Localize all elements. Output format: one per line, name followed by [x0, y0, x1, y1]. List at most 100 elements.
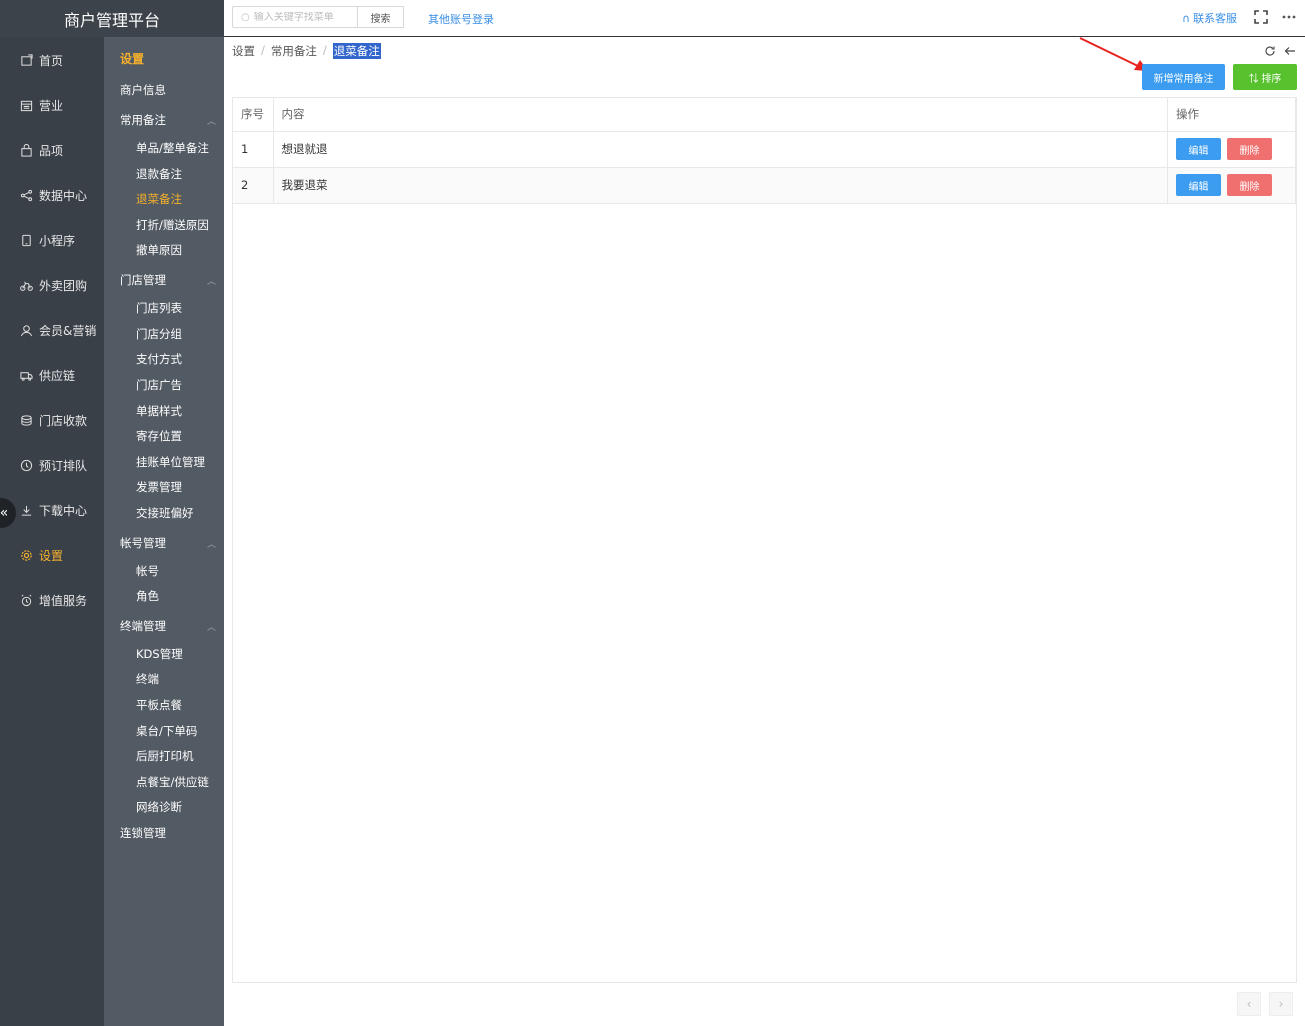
- submenu-group-stores[interactable]: 门店管理 ︿: [120, 272, 216, 288]
- table-row: 1 想退就退 编辑 删除: [233, 131, 1296, 168]
- sidebar-item-label: 会员&营销: [39, 323, 97, 338]
- add-common-remark-button[interactable]: 新增常用备注: [1142, 64, 1225, 90]
- search-button[interactable]: 搜索: [357, 6, 404, 28]
- submenu-item-kitchen-printer[interactable]: 后厨打印机: [136, 748, 194, 764]
- sidebar-item-label: 供应链: [39, 368, 76, 383]
- submenu-item-store-ads[interactable]: 门店广告: [136, 377, 182, 393]
- sort-icon: ⇅: [1248, 73, 1259, 85]
- delete-button[interactable]: 删除: [1227, 174, 1272, 196]
- sidebar-item-label: 品项: [39, 143, 64, 158]
- row-actions: 编辑 删除: [1167, 167, 1296, 204]
- sidebar-item-value-added[interactable]: 增值服务: [0, 580, 104, 620]
- submenu-group-label: 常用备注: [120, 113, 166, 127]
- submenu-item-role[interactable]: 角色: [136, 588, 159, 604]
- sidebar-item-settings[interactable]: 设置: [0, 535, 104, 575]
- submenu-item-invoice[interactable]: 发票管理: [136, 479, 182, 495]
- sidebar-item-label: 数据中心: [39, 188, 88, 203]
- sidebar-item-label: 首页: [39, 53, 64, 68]
- submenu-item-merchant-info[interactable]: 商户信息: [120, 82, 166, 98]
- row-content: 我要退菜: [273, 167, 1168, 204]
- submenu-item-storage-location[interactable]: 寄存位置: [136, 428, 182, 444]
- breadcrumb-separator: /: [322, 43, 327, 57]
- delete-button[interactable]: 删除: [1227, 138, 1272, 160]
- submenu-item-terminal[interactable]: 终端: [136, 671, 159, 687]
- submenu-item-cancel-reason[interactable]: 撤单原因: [136, 242, 182, 258]
- calendar-icon: [19, 98, 33, 112]
- menu-search-field: ○: [232, 6, 358, 28]
- submenu-item-discount-reason[interactable]: 打折/赠送原因: [136, 217, 209, 233]
- submenu-item-shift-prefs[interactable]: 交接班偏好: [136, 505, 194, 521]
- contact-support-link[interactable]: ∩ 联系客服: [1182, 10, 1237, 26]
- submenu-item-receipt-style[interactable]: 单据样式: [136, 403, 182, 419]
- submenu-group-label: 帐号管理: [120, 536, 166, 550]
- row-index: 2: [233, 167, 274, 204]
- submenu-item-item-order-remark[interactable]: 单品/整单备注: [136, 140, 209, 156]
- submenu-item-store-list[interactable]: 门店列表: [136, 300, 182, 316]
- bike-icon: [19, 278, 33, 292]
- submenu-item-table-qr[interactable]: 桌台/下单码: [136, 723, 197, 739]
- next-page-button[interactable]: ›: [1269, 992, 1293, 1016]
- sidebar-item-label: 设置: [39, 548, 64, 563]
- sidebar-item-mini-program[interactable]: 小程序: [0, 220, 104, 260]
- chevron-right-icon: ›: [1278, 997, 1284, 1011]
- sidebar-item-members[interactable]: 会员&营销: [0, 310, 104, 350]
- more-icon[interactable]: [1281, 9, 1297, 25]
- submenu-item-kds[interactable]: KDS管理: [136, 646, 183, 662]
- sidebar-item-payments[interactable]: 门店收款: [0, 400, 104, 440]
- user-icon: [19, 323, 33, 337]
- back-arrow-icon[interactable]: [1283, 44, 1297, 58]
- submenu-item-credit-units[interactable]: 挂账单位管理: [136, 454, 205, 470]
- submenu-group-terminals[interactable]: 终端管理 ︿: [120, 618, 216, 634]
- sort-button-label: 排序: [1261, 73, 1282, 85]
- refresh-icon[interactable]: [1263, 44, 1277, 58]
- truck-icon: [19, 368, 33, 382]
- home-icon: [19, 53, 33, 67]
- submenu-item-store-groups[interactable]: 门店分组: [136, 326, 182, 342]
- contact-support-label: 联系客服: [1193, 12, 1238, 25]
- row-actions: 编辑 删除: [1167, 131, 1296, 168]
- submenu-group-remarks[interactable]: 常用备注 ︿: [120, 112, 216, 128]
- row-index: 1: [233, 131, 274, 168]
- app-title: 商户管理平台: [0, 0, 224, 37]
- sidebar-item-products[interactable]: 品项: [0, 130, 104, 170]
- submenu-item-chain-management[interactable]: 连锁管理: [120, 825, 166, 841]
- sidebar-item-home[interactable]: 首页: [0, 40, 104, 80]
- sidebar-item-label: 预订排队: [39, 458, 88, 473]
- other-account-login-link[interactable]: 其他账号登录: [428, 11, 494, 27]
- sidebar-item-supply-chain[interactable]: 供应链: [0, 355, 104, 395]
- prev-page-button[interactable]: ‹: [1237, 992, 1261, 1016]
- edit-button[interactable]: 编辑: [1176, 138, 1221, 160]
- sidebar-item-label: 下载中心: [39, 503, 88, 518]
- fullscreen-icon[interactable]: [1253, 9, 1269, 25]
- submenu-item-refund-remark[interactable]: 退款备注: [136, 166, 182, 182]
- sort-button[interactable]: ⇅ 排序: [1233, 64, 1297, 90]
- main-sidebar: 首页 营业 品项 数据中心 小程序 外卖团购 会员&营销 供应链 门店收款 预订…: [0, 37, 104, 1026]
- sidebar-item-label: 门店收款: [39, 413, 88, 428]
- column-header-content: 内容: [273, 98, 1168, 132]
- sidebar-item-business[interactable]: 营业: [0, 85, 104, 125]
- breadcrumb-separator: /: [261, 43, 265, 57]
- breadcrumb-common-remarks[interactable]: 常用备注: [271, 43, 317, 59]
- sidebar-item-label: 外卖团购: [39, 278, 88, 293]
- alarm-icon: [19, 593, 33, 607]
- column-header-ops: 操作: [1167, 98, 1296, 132]
- submenu-item-account[interactable]: 帐号: [136, 563, 159, 579]
- submenu-item-tablet-ordering[interactable]: 平板点餐: [136, 697, 182, 713]
- gear-icon: [19, 548, 33, 562]
- submenu-item-network-diag[interactable]: 网络诊断: [136, 799, 182, 815]
- menu-search-input[interactable]: [253, 11, 350, 23]
- bag-icon: [19, 143, 33, 157]
- chevron-up-icon: ︿: [206, 539, 216, 550]
- breadcrumb-settings[interactable]: 设置: [232, 43, 255, 59]
- sidebar-item-reservations[interactable]: 预订排队: [0, 445, 104, 485]
- chevron-up-icon: ︿: [206, 276, 216, 287]
- submenu-item-return-dish-remark[interactable]: 退菜备注: [136, 191, 182, 207]
- submenu-group-accounts[interactable]: 帐号管理 ︿: [120, 535, 216, 551]
- edit-button[interactable]: 编辑: [1176, 174, 1221, 196]
- share-icon: [19, 188, 33, 202]
- submenu-item-pos-supply[interactable]: 点餐宝/供应链: [136, 774, 209, 790]
- sidebar-item-delivery[interactable]: 外卖团购: [0, 265, 104, 305]
- submenu-item-payment-methods[interactable]: 支付方式: [136, 351, 182, 367]
- breadcrumb: 设置 / 常用备注 / 退菜备注: [232, 43, 381, 59]
- sidebar-item-data-center[interactable]: 数据中心: [0, 175, 104, 215]
